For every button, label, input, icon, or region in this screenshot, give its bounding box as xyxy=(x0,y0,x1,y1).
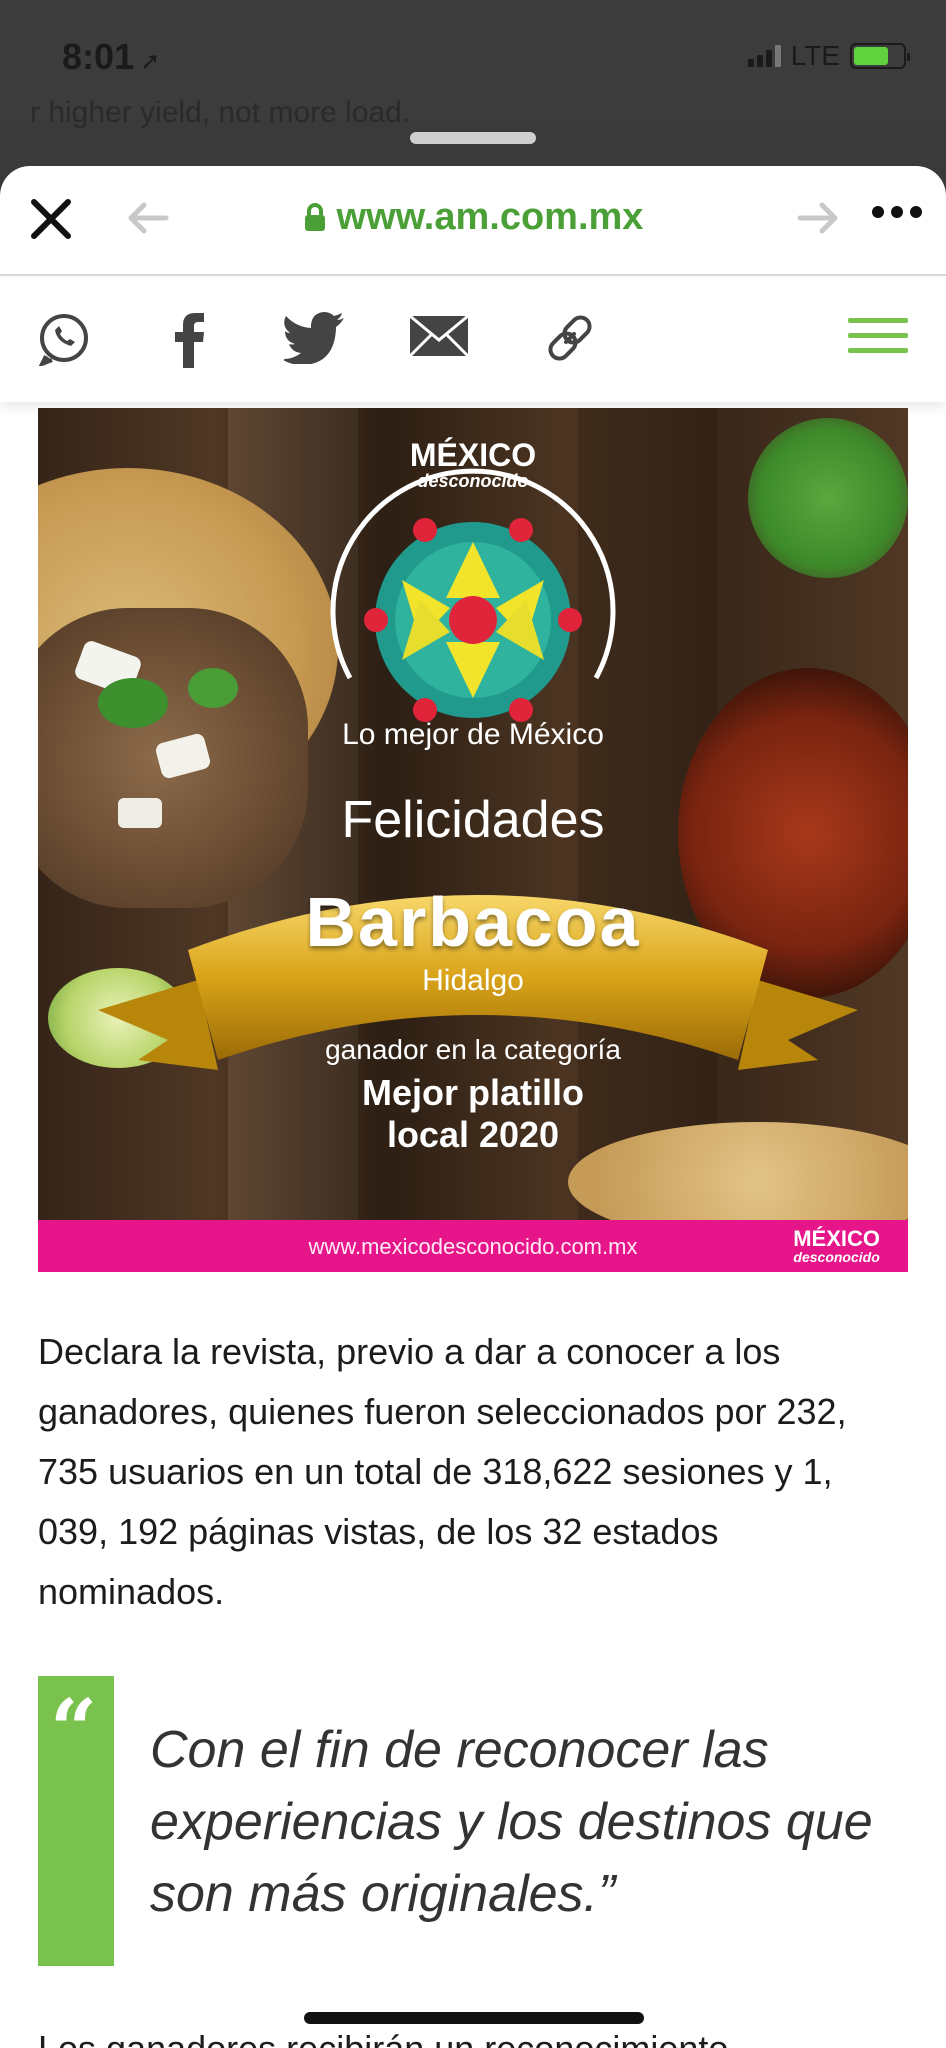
more-dot-icon xyxy=(872,206,884,218)
location-arrow-icon: ➚ xyxy=(140,48,161,75)
emblem-arc-text: Lo mejor de México xyxy=(342,718,604,751)
battery-icon xyxy=(850,43,910,69)
background-page-text: r higher yield, not more load. xyxy=(30,96,411,129)
hero-category-line: ganador en la categoría xyxy=(325,1034,621,1065)
hero-ribbon-subtitle: Hidalgo xyxy=(422,964,524,997)
hero-ribbon-title: Barbacoa xyxy=(305,883,641,961)
arrow-right-icon xyxy=(797,202,838,234)
url-text: www.am.com.mx xyxy=(336,196,644,238)
status-time: 8:01 ➚ xyxy=(62,36,160,78)
status-time-text: 8:01 xyxy=(62,36,135,77)
share-bar xyxy=(0,278,946,402)
article-hero-image: MÉXICO desconocido Lo mejor de México Fe… xyxy=(38,408,908,1272)
email-share-button[interactable] xyxy=(408,312,470,365)
hero-award: Mejor platillo local 2020 xyxy=(38,1072,908,1156)
hero-footer-url: www.mexicodesconocido.com.mx xyxy=(308,1234,638,1259)
hero-award-line-2: local 2020 xyxy=(386,1114,560,1155)
next-paragraph: Los ganadores recibirán un reconocimient… xyxy=(38,2028,728,2048)
facebook-icon xyxy=(175,313,204,368)
hero-footer-logo: MÉXICO desconocido xyxy=(793,1228,880,1266)
menu-icon xyxy=(848,318,908,323)
more-options-button[interactable] xyxy=(872,206,922,218)
browser-navbar: www.am.com.mx xyxy=(0,166,946,276)
article-paragraph: Declara la revista, previo a dar a conoc… xyxy=(38,1331,847,1612)
copy-link-button[interactable] xyxy=(544,312,596,369)
carrier-label: LTE xyxy=(790,40,840,71)
lock-icon xyxy=(304,203,325,231)
signal-icon xyxy=(747,45,781,67)
forward-button[interactable] xyxy=(796,200,840,241)
whatsapp-icon xyxy=(37,314,88,368)
whatsapp-share-button[interactable] xyxy=(36,312,90,371)
browser-sheet: www.am.com.mx MÉXICO desconocido Lo mejo… xyxy=(0,166,946,2048)
link-icon xyxy=(548,315,592,361)
mail-icon xyxy=(408,314,470,358)
status-bar: 8:01 ➚ LTE r higher yield, not more load. xyxy=(0,0,946,144)
pull-quote: “ Con el fin de reconocer las experienci… xyxy=(38,1676,908,1966)
sheet-grabber[interactable] xyxy=(410,132,536,144)
status-indicators: LTE xyxy=(747,40,910,72)
more-dot-icon xyxy=(891,206,903,218)
facebook-share-button[interactable] xyxy=(172,312,206,373)
more-dot-icon xyxy=(910,206,922,218)
hero-felicidades: Felicidades xyxy=(341,791,605,849)
twitter-share-button[interactable] xyxy=(281,312,346,369)
twitter-icon xyxy=(281,312,344,365)
hero-award-line-1: Mejor platillo xyxy=(361,1072,584,1113)
hamburger-menu-button[interactable] xyxy=(848,318,908,363)
home-indicator[interactable] xyxy=(304,2012,644,2024)
quote-text: Con el fin de reconocer las experiencias… xyxy=(150,1721,873,1923)
hero-footer-logo-bottom: desconocido xyxy=(793,1249,880,1265)
emblem-brand: MÉXICO desconocido xyxy=(38,439,908,494)
emblem-brand-bottom: desconocido xyxy=(417,471,529,491)
quote-mark-icon: “ xyxy=(50,1682,98,1778)
